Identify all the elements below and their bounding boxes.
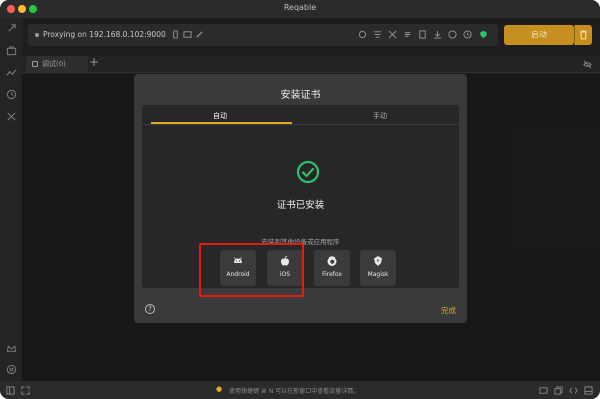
check-circle-icon <box>296 160 320 184</box>
panel-icon[interactable] <box>584 386 593 395</box>
firefox-icon <box>327 256 337 266</box>
trash-icon <box>580 30 587 40</box>
lightbulb-icon: ● <box>216 385 223 393</box>
activity-icon[interactable] <box>6 67 17 78</box>
sidebar-toggle-icon[interactable] <box>6 386 15 395</box>
download-icon[interactable] <box>433 30 442 39</box>
copy-icon[interactable] <box>554 386 563 395</box>
filter-icon[interactable] <box>373 30 382 39</box>
tab-divider <box>142 124 459 125</box>
platform-label: Magisk <box>367 271 389 278</box>
app-window: Reqable Proxying on 192.168.0.102:9000 启… <box>0 0 600 399</box>
rocket-icon[interactable] <box>6 23 17 34</box>
tab-auto[interactable]: 自动 <box>150 111 290 121</box>
done-button[interactable]: 完成 <box>441 305 456 316</box>
history-icon[interactable] <box>6 89 17 100</box>
image-icon[interactable] <box>539 386 548 395</box>
document-icon[interactable] <box>418 30 427 39</box>
status-hint: 使用快捷键 ⌘ N 可以在新窗口中查看流量详情。 <box>229 388 360 395</box>
settings-icon[interactable] <box>6 364 17 375</box>
magisk-icon <box>374 256 382 266</box>
tab-debug[interactable]: 调试(0) <box>26 56 88 72</box>
tab-manual[interactable]: 手动 <box>310 111 450 121</box>
proxy-toolbar: Proxying on 192.168.0.102:9000 <box>28 24 498 46</box>
title-bar: Reqable <box>0 0 600 18</box>
eye-off-icon[interactable] <box>583 60 592 69</box>
image-icon[interactable] <box>183 30 192 39</box>
clock-icon[interactable] <box>463 30 472 39</box>
clear-button[interactable] <box>574 25 592 45</box>
tools-icon[interactable] <box>6 111 17 122</box>
tab-label: 调试(0) <box>42 60 66 68</box>
briefcase-icon[interactable] <box>6 45 17 56</box>
status-bar: ● 使用快捷键 ⌘ N 可以在新窗口中查看流量详情。 <box>0 381 600 399</box>
installed-status: 证书已安装 <box>276 200 325 211</box>
edit-icon[interactable] <box>195 30 204 39</box>
dialog-title: 安装证书 <box>280 90 321 101</box>
code-icon[interactable] <box>569 386 578 395</box>
globe-icon[interactable] <box>448 30 457 39</box>
session-tabbar: 调试(0) + <box>22 55 600 73</box>
magisk-button[interactable]: Magisk <box>360 250 396 286</box>
add-tab-button[interactable]: + <box>89 55 99 69</box>
phone-icon[interactable] <box>171 30 180 39</box>
platform-label: Firefox <box>322 271 342 278</box>
window-title: Reqable <box>283 3 317 12</box>
start-button[interactable]: 启动 <box>504 25 574 45</box>
rewrite-icon[interactable] <box>358 30 367 39</box>
script-icon[interactable] <box>403 30 412 39</box>
help-button[interactable]: ? <box>145 304 155 314</box>
proxy-status-text: Proxying on 192.168.0.102:9000 <box>43 30 166 39</box>
proxy-status-dot <box>35 33 39 37</box>
shield-icon[interactable] <box>479 30 488 39</box>
breakpoint-icon[interactable] <box>388 30 397 39</box>
annotation-highlight-box <box>199 243 304 297</box>
expand-icon[interactable] <box>21 386 30 395</box>
bug-icon <box>32 61 38 67</box>
sidebar <box>0 18 22 381</box>
crown-icon[interactable] <box>6 343 17 354</box>
firefox-button[interactable]: Firefox <box>314 250 350 286</box>
